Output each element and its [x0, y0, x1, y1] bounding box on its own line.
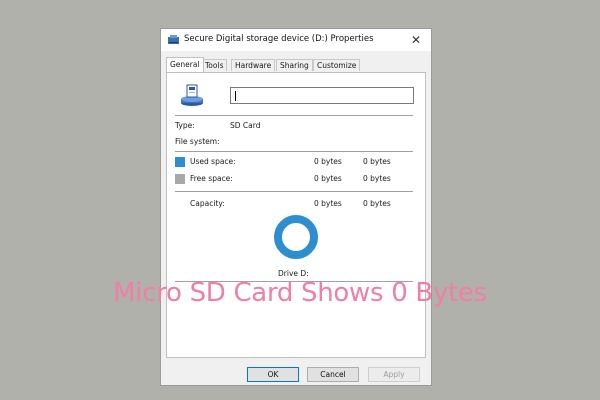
disk-usage-ring [274, 215, 318, 259]
dialog-title: Secure Digital storage device (D:) Prope… [184, 34, 374, 44]
divider [175, 115, 413, 116]
divider [175, 151, 413, 152]
capacity-short: 0 bytes [363, 199, 391, 208]
tab-customize[interactable]: Customize [313, 59, 361, 71]
title-bar[interactable]: Secure Digital storage device (D:) Prope… [161, 29, 431, 51]
used-space-short: 0 bytes [363, 157, 391, 166]
used-space-bytes: 0 bytes [314, 157, 342, 166]
sd-card-drive-icon [168, 35, 179, 44]
free-space-label: Free space: [190, 174, 233, 183]
tab-general[interactable]: General [166, 57, 204, 72]
free-space-short: 0 bytes [363, 174, 391, 183]
capacity-bytes: 0 bytes [314, 199, 342, 208]
type-value: SD Card [230, 121, 261, 130]
tab-sharing[interactable]: Sharing [276, 59, 313, 71]
capacity-label: Capacity: [190, 199, 225, 208]
overlay-caption: Micro SD Card Shows 0 Bytes [113, 278, 487, 308]
tab-tools[interactable]: Tools [201, 59, 228, 71]
general-tab-panel: Type: SD Card File system: Used space: 0… [166, 72, 426, 358]
free-space-swatch [175, 174, 185, 184]
properties-dialog: Secure Digital storage device (D:) Prope… [160, 28, 432, 386]
text-caret [235, 91, 236, 101]
drive-name-input[interactable] [230, 87, 414, 104]
free-space-bytes: 0 bytes [314, 174, 342, 183]
divider [175, 191, 413, 192]
close-icon[interactable]: ✕ [407, 31, 425, 49]
drive-label: Drive D: [278, 269, 309, 278]
file-system-label: File system: [175, 137, 220, 146]
cancel-button[interactable]: Cancel [307, 367, 359, 382]
ok-button[interactable]: OK [247, 367, 299, 382]
apply-button[interactable]: Apply [368, 367, 420, 382]
disk-usage-ring-arc [274, 215, 318, 259]
tab-hardware[interactable]: Hardware [231, 59, 276, 71]
used-space-swatch [175, 157, 185, 167]
type-label: Type: [175, 121, 195, 130]
used-space-label: Used space: [190, 157, 236, 166]
drive-icon [181, 84, 203, 106]
